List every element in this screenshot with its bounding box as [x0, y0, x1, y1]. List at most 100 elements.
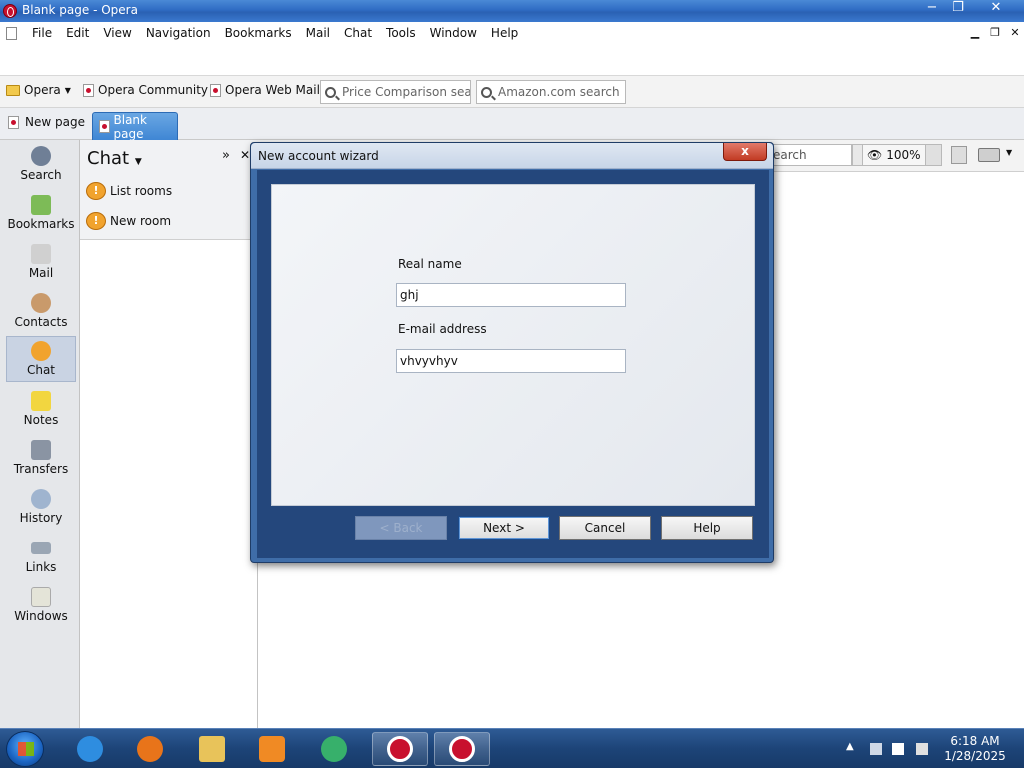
menu-mail[interactable]: Mail — [306, 26, 330, 40]
sidebar-item-label: Mail — [28, 266, 54, 280]
tab-page-icon — [99, 120, 110, 133]
camera-icon[interactable] — [978, 148, 1000, 162]
amazon-search-input[interactable]: Amazon.com search — [476, 80, 626, 104]
sidebar-item-label: Links — [25, 560, 57, 574]
sidebar-item-windows[interactable]: Windows — [6, 583, 76, 629]
menu-file[interactable]: File — [32, 26, 52, 40]
clock[interactable]: 6:18 AM 1/28/2025 — [940, 734, 1010, 764]
zoom-control[interactable]: 👁 100% — [862, 144, 942, 166]
amazon-search-placeholder: Amazon.com search — [498, 85, 620, 99]
panel-sidebar: Search Bookmarks Mail Contacts Chat Note… — [0, 140, 80, 728]
chevron-down-icon: ▼ — [134, 157, 142, 167]
menu: File Edit View Navigation Bookmarks Mail… — [32, 26, 532, 40]
sidebar-item-label: Notes — [23, 413, 59, 427]
file-explorer-icon — [199, 736, 225, 762]
bookmark-opera-web-mail[interactable]: Opera Web Mail — [210, 83, 320, 97]
sidebar-item-bookmarks[interactable]: Bookmarks — [6, 191, 76, 237]
volume-muted-icon[interactable] — [916, 743, 928, 755]
next-button[interactable]: Next > — [458, 516, 550, 540]
page-search-input[interactable]: earch — [768, 144, 852, 166]
messenger-icon — [321, 736, 347, 762]
sidebar-item-label: Windows — [14, 609, 68, 623]
list-rooms-label: List rooms — [110, 184, 173, 198]
tab-bar: New page Blank page — [0, 108, 1024, 141]
chevron-down-icon[interactable]: ▼ — [1006, 148, 1012, 157]
mdi-close-button[interactable]: ✕ — [1008, 26, 1022, 40]
restore-button[interactable]: ❐ — [940, 0, 976, 18]
expand-panel-icon[interactable]: » — [222, 148, 230, 163]
notes-icon — [31, 391, 51, 411]
price-comparison-search-input[interactable]: Price Comparison search — [320, 80, 471, 104]
lock-icon[interactable] — [951, 146, 967, 164]
sidebar-item-search[interactable]: Search — [6, 142, 76, 188]
search-icon — [481, 86, 492, 98]
menu-navigation[interactable]: Navigation — [146, 26, 211, 40]
menu-chat[interactable]: Chat — [344, 26, 372, 40]
help-button[interactable]: Help — [661, 516, 753, 540]
sidebar-item-history[interactable]: History — [6, 485, 76, 531]
taskbar-opera-2[interactable] — [434, 732, 490, 766]
search-icon — [31, 146, 51, 166]
taskbar-file-explorer[interactable] — [186, 732, 238, 766]
menu-view[interactable]: View — [103, 26, 131, 40]
chat-panel-header: Chat ▼ » ✕ ! List rooms ! New room — [80, 140, 258, 240]
sidebar-item-mail[interactable]: Mail — [6, 240, 76, 286]
contacts-icon — [31, 293, 51, 313]
dialog-close-button[interactable]: x — [723, 143, 767, 161]
sidebar-item-links[interactable]: Links — [6, 534, 76, 580]
new-page-label: New page — [25, 115, 85, 129]
sidebar-item-label: Chat — [26, 363, 56, 377]
menu-help[interactable]: Help — [491, 26, 518, 40]
back-button[interactable]: < Back — [355, 516, 447, 540]
dialog-title-bar: New account wizard x — [251, 143, 773, 169]
history-icon — [31, 489, 51, 509]
media-player-icon — [259, 736, 285, 762]
bookmarks-icon — [31, 195, 51, 215]
menu-edit[interactable]: Edit — [66, 26, 89, 40]
mdi-restore-button[interactable]: ❐ — [988, 26, 1002, 40]
address-area — [0, 46, 1024, 76]
menu-tools[interactable]: Tools — [386, 26, 416, 40]
taskbar-messenger[interactable] — [308, 732, 360, 766]
mdi-minimize-button[interactable]: ▁ — [968, 26, 982, 40]
folder-icon — [6, 84, 20, 96]
real-name-input[interactable]: ghj — [396, 283, 626, 307]
sidebar-item-contacts[interactable]: Contacts — [6, 289, 76, 335]
taskbar-internet-explorer[interactable] — [64, 732, 116, 766]
chat-panel-title[interactable]: Chat ▼ — [87, 148, 142, 169]
transfers-icon — [31, 440, 51, 460]
sidebar-item-transfers[interactable]: Transfers — [6, 436, 76, 482]
start-button[interactable] — [6, 731, 44, 767]
close-panel-icon[interactable]: ✕ — [240, 148, 250, 162]
new-page-button[interactable]: New page — [8, 115, 85, 129]
cancel-button[interactable]: Cancel — [559, 516, 651, 540]
eye-icon: 👁 — [867, 148, 883, 162]
tab-blank-page[interactable]: Blank page — [92, 112, 178, 141]
list-rooms-button[interactable]: ! List rooms — [86, 182, 172, 200]
tab-blank-page-label: Blank page — [113, 112, 147, 141]
action-center-flag-icon[interactable] — [892, 743, 904, 755]
email-input[interactable]: vhvyvhyv — [396, 349, 626, 373]
chevron-down-icon: ▼ — [64, 85, 71, 95]
chat-bubble-icon: ! — [86, 212, 106, 230]
firefox-icon — [137, 736, 163, 762]
zoom-dropdown-button[interactable] — [925, 145, 941, 165]
sidebar-item-chat[interactable]: Chat — [6, 336, 76, 382]
taskbar-firefox[interactable] — [124, 732, 176, 766]
sidebar-item-label: Bookmarks — [7, 217, 75, 231]
bookmark-opera[interactable]: Opera ▼ — [6, 83, 71, 97]
new-room-button[interactable]: ! New room — [86, 212, 171, 230]
close-button[interactable]: ✕ — [972, 0, 1020, 18]
network-icon[interactable] — [870, 743, 882, 755]
taskbar-media-player[interactable] — [246, 732, 298, 766]
show-hidden-icons-icon[interactable]: ▲ — [846, 741, 854, 752]
menu-window[interactable]: Window — [430, 26, 477, 40]
menu-bookmarks[interactable]: Bookmarks — [225, 26, 292, 40]
opera-icon — [449, 736, 475, 762]
taskbar: ▲ 6:18 AM 1/28/2025 — [0, 728, 1024, 768]
sidebar-item-notes[interactable]: Notes — [6, 387, 76, 433]
taskbar-opera-1[interactable] — [372, 732, 428, 766]
bookmark-opera-community[interactable]: Opera Community — [83, 83, 208, 97]
bookmark-webmail-label: Opera Web Mail — [225, 83, 320, 97]
real-name-label: Real name — [398, 257, 462, 271]
